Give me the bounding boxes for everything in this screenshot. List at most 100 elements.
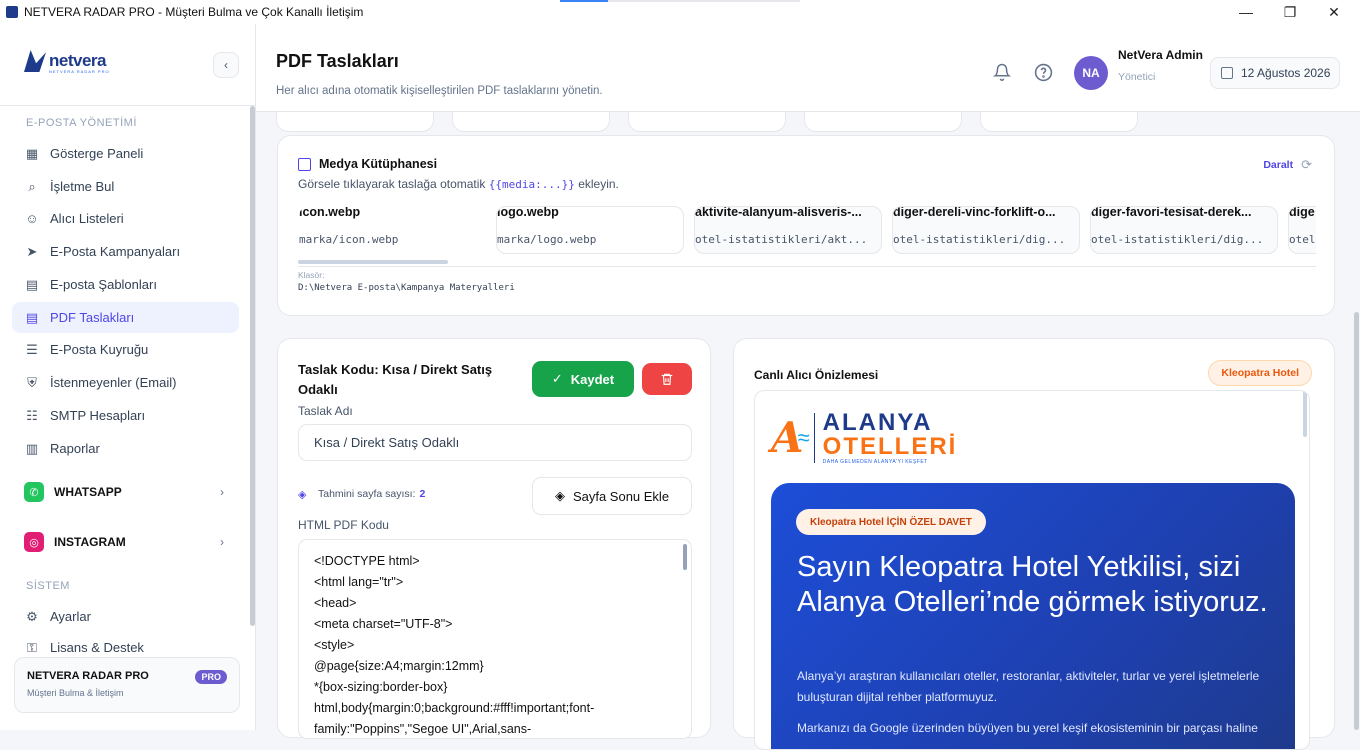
list-icon: ☰: [26, 341, 38, 357]
media-tile[interactable]: dige otel: [1288, 206, 1316, 254]
sidebar-item-label: E-posta Şablonları: [50, 277, 157, 292]
user-role: Yönetici: [1118, 71, 1156, 83]
license-icon: ⚿: [27, 640, 37, 654]
stat-cards-strip: [276, 112, 1336, 132]
minimize-button[interactable]: —: [1224, 0, 1268, 24]
media-tile[interactable]: icon.webp marka/icon.webp: [298, 206, 486, 254]
file-icon: ▤: [25, 276, 39, 292]
pro-badge: PRO: [195, 670, 227, 684]
group-label: WHATSAPP: [54, 485, 122, 499]
sidebar-item-label: Lisans & Destek: [50, 640, 144, 654]
draft-name-input[interactable]: Kısa / Direkt Satış Odaklı: [298, 424, 692, 461]
sidebar-item-label: İşletme Bul: [50, 179, 115, 194]
folder-label: Klasör:: [298, 270, 325, 280]
sidebar-item-campaigns[interactable]: ➤ E-Posta Kampanyaları: [12, 236, 239, 267]
sidebar-item-pdf-drafts[interactable]: ▤ PDF Taslakları: [12, 302, 239, 333]
chevron-right-icon: ›: [220, 535, 224, 549]
sidebar-item-label: Alıcı Listeleri: [50, 211, 124, 226]
html-code-editor[interactable]: <!DOCTYPE html> <html lang="tr"> <head> …: [298, 539, 692, 739]
sidebar-item-find-business[interactable]: ⌕ İşletme Bul: [12, 171, 239, 202]
sidebar-item-recipient-lists[interactable]: ☺ Alıcı Listeleri: [12, 203, 239, 234]
recipient-badge[interactable]: Kleopatra Hotel: [1208, 360, 1312, 386]
maximize-button[interactable]: ❐: [1268, 0, 1312, 24]
draft-editor-panel: Taslak Kodu: Kısa / Direkt Satış Odaklı …: [277, 338, 711, 739]
collapse-media-button[interactable]: Daralt ⟳: [1263, 157, 1312, 173]
sidebar-item-license[interactable]: ⚿ Lisans & Destek: [12, 634, 239, 654]
sidebar-item-dashboard[interactable]: ▦ Gösterge Paneli: [12, 138, 239, 169]
sidebar-item-label: Raporlar: [50, 441, 100, 456]
refresh-icon[interactable]: ⟳: [1301, 157, 1312, 173]
app-icon: [6, 6, 18, 18]
delete-button[interactable]: [642, 363, 692, 395]
sidebar-group-instagram[interactable]: ◎ INSTAGRAM ›: [24, 529, 234, 555]
stat-card: [276, 112, 434, 132]
media-library-panel: Medya Kütüphanesi Görsele tıklayarak tas…: [277, 135, 1335, 316]
sidebar-item-label: E-Posta Kampanyaları: [50, 244, 181, 259]
page-header: PDF Taslakları Her alıcı adına otomatik …: [256, 24, 1360, 112]
sidebar-item-label: E-Posta Kuyruğu: [50, 342, 149, 357]
page-scrollbar[interactable]: [1354, 312, 1359, 730]
avatar[interactable]: NA: [1074, 56, 1108, 90]
sidebar-item-label: SMTP Hesapları: [50, 408, 146, 423]
sidebar-item-unsubscribed[interactable]: ⛨ İstenmeyenler (Email): [12, 367, 239, 398]
layers-icon: ◈: [298, 489, 307, 501]
media-tile[interactable]: logo.webp marka/logo.webp: [496, 206, 684, 254]
sidebar-group-whatsapp[interactable]: ✆ WHATSAPP ›: [24, 479, 234, 505]
titlebar-accent: [560, 0, 608, 2]
group-label: INSTAGRAM: [54, 535, 126, 549]
file-icon: ▤: [25, 309, 39, 325]
code-label: HTML PDF Kodu: [298, 518, 389, 532]
close-button[interactable]: ✕: [1312, 0, 1356, 24]
window-title: NETVERA RADAR PRO - Müşteri Bulma ve Çok…: [24, 5, 364, 19]
sidebar-scrollbar[interactable]: [250, 106, 255, 626]
preview-frame[interactable]: A ≈ ALANYA OTELLERİ DAHA GELMEDEN ALANYA…: [754, 390, 1310, 750]
media-tiles: icon.webp marka/icon.webp logo.webp marka/…: [298, 206, 1316, 256]
media-tile[interactable]: aktivite-alanyum-alisveris-... otel-istat…: [694, 206, 882, 254]
alanya-otelleri-logo: A ≈ ALANYA OTELLERİ DAHA GELMEDEN ALANYA…: [771, 409, 958, 466]
draft-name-label: Taslak Adı: [298, 404, 353, 418]
save-button[interactable]: ✓ Kaydet: [532, 361, 634, 397]
preview-title: Canlı Alıcı Önizlemesi: [754, 368, 879, 382]
add-page-break-button[interactable]: ◈ Sayfa Sonu Ekle: [532, 477, 692, 515]
hero-paragraph: Alanya’yı araştıran kullanıcıları otelle…: [797, 669, 1260, 704]
waves-icon: ≈: [797, 425, 810, 450]
stat-card: [804, 112, 962, 132]
code-line: <style>: [314, 638, 355, 652]
sidebar-item-reports[interactable]: ▥ Raporlar: [12, 433, 239, 464]
shield-icon: ⛨: [27, 374, 37, 390]
window-titlebar: NETVERA RADAR PRO - Müşteri Bulma ve Çok…: [0, 0, 1360, 24]
chevron-right-icon: ›: [220, 485, 224, 499]
send-icon: ➤: [26, 243, 38, 259]
code-line: @page{size:A4;margin:12mm}: [314, 659, 484, 673]
live-preview-panel: Canlı Alıcı Önizlemesi Kleopatra Hotel A…: [733, 338, 1335, 750]
media-tile[interactable]: diger-favori-tesisat-derek... otel-istati…: [1090, 206, 1278, 254]
preview-scrollbar[interactable]: [1303, 391, 1307, 437]
bell-icon[interactable]: [992, 62, 1012, 82]
code-line: <head>: [314, 596, 357, 610]
sidebar: netvera NETVERA RADAR PRO ‹ E-POSTA YÖNE…: [0, 24, 256, 730]
date-text: 12 Ağustos 2026: [1241, 66, 1331, 80]
sidebar-item-settings[interactable]: ⚙ Ayarlar: [12, 601, 239, 632]
server-icon: ☷: [26, 407, 38, 423]
section-email: E-POSTA YÖNETİMİ: [26, 117, 137, 129]
code-line: <html lang="tr">: [314, 575, 404, 589]
layers-icon: ◈: [554, 488, 565, 503]
hero-banner: Kleopatra Hotel İÇİN ÖZEL DAVET Sayın Kl…: [771, 483, 1295, 749]
code-scrollbar[interactable]: [683, 544, 687, 570]
users-icon: ☺: [25, 211, 39, 226]
media-library-title: Medya Kütüphanesi: [298, 157, 437, 171]
code-line: *{box-sizing:border-box}: [314, 680, 448, 694]
media-tile[interactable]: diger-dereli-vinc-forklift-o... otel-ista…: [892, 206, 1080, 254]
page-count-value: 2: [419, 488, 426, 500]
logo-mark-icon: [24, 50, 46, 72]
titlebar-accent-track: [608, 0, 800, 2]
sidebar-item-label: İstenmeyenler (Email): [50, 375, 177, 390]
calendar-icon: [1221, 67, 1233, 79]
sidebar-item-smtp[interactable]: ☷ SMTP Hesapları: [12, 400, 239, 431]
image-icon: [298, 157, 311, 171]
media-scrollbar[interactable]: [298, 260, 448, 264]
help-icon[interactable]: [1033, 62, 1053, 82]
sidebar-collapse-button[interactable]: ‹: [213, 52, 239, 78]
sidebar-item-templates[interactable]: ▤ E-posta Şablonları: [12, 269, 239, 300]
sidebar-item-queue[interactable]: ☰ E-Posta Kuyruğu: [12, 334, 239, 365]
